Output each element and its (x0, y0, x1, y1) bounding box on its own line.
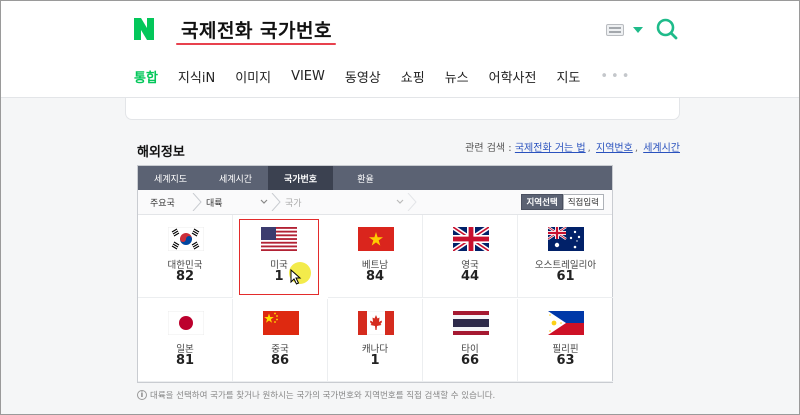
previous-result-card (125, 98, 680, 120)
tab-shopping[interactable]: 쇼핑 (401, 67, 425, 86)
china-flag-icon (263, 311, 299, 335)
country-code: 81 (175, 353, 195, 368)
more-tabs-icon[interactable]: ••• (600, 69, 632, 84)
region-select-button[interactable]: 지역선택 (521, 194, 563, 210)
overseas-info-panel: 세계지도 세계시간 국가번호 환율 주요국 대륙 국가 지역선택 직접입력 대한… (137, 165, 613, 383)
country-cell-uk[interactable]: 영국 44 (423, 215, 518, 298)
country-code: 84 (365, 269, 385, 284)
tab-country-code[interactable]: 국가번호 (268, 166, 333, 190)
japan-flag-icon (168, 311, 204, 335)
country-code: 82 (175, 269, 195, 284)
search-input-underline (176, 43, 336, 45)
chevron-right-icon (271, 193, 281, 211)
crumb-major-countries[interactable]: 주요국 (150, 190, 175, 214)
footnote-text: 대륙을 선택하여 국가를 찾거나 원하시는 국가의 국가번호와 지역번호를 직접… (150, 391, 496, 401)
nav-tabs: 통합 지식iN 이미지 VIEW 동영상 쇼핑 뉴스 어학사전 지도 ••• (134, 66, 632, 86)
related-link-call-method[interactable]: 국제전화 거는 법 (515, 143, 586, 154)
uk-flag-icon (453, 227, 489, 251)
country-cell-usa[interactable]: 미국 1 (239, 219, 319, 295)
tab-world-map[interactable]: 세계지도 (138, 166, 203, 190)
search-input[interactable]: 국제전화 국가번호 (181, 16, 332, 43)
country-cell-japan[interactable]: 일본 81 (138, 299, 233, 382)
chevron-right-icon (192, 193, 202, 211)
info-icon: i (137, 390, 147, 400)
canada-flag-icon (358, 311, 394, 335)
usa-flag-icon (261, 227, 297, 251)
related-link-area-code[interactable]: 지역번호 (596, 143, 633, 154)
country-cell-australia[interactable]: 오스트레일리아 61 (518, 215, 613, 298)
australia-flag-icon (548, 227, 584, 251)
related-link-world-time[interactable]: 세계시간 (643, 143, 680, 154)
thailand-flag-icon (453, 311, 489, 335)
tab-video[interactable]: 동영상 (345, 67, 381, 86)
country-code: 61 (556, 269, 575, 284)
tab-map[interactable]: 지도 (556, 67, 580, 86)
related-searches: 관련 검색 : 국제전화 거는 법, 지역번호, 세계시간 (465, 143, 680, 154)
keyboard-icon[interactable] (606, 24, 624, 36)
dropdown-caret-icon[interactable] (633, 27, 643, 33)
tab-images[interactable]: 이미지 (235, 67, 271, 86)
footnote: i 대륙을 선택하여 국가를 찾거나 원하시는 국가의 국가번호와 지역번호를 … (137, 389, 495, 401)
crumb-country[interactable]: 국가 (285, 190, 302, 214)
country-cell-thailand[interactable]: 타이 66 (423, 299, 518, 382)
mode-toggle: 지역선택 직접입력 (521, 194, 604, 210)
breadcrumb: 주요국 대륙 국가 지역선택 직접입력 (138, 190, 612, 215)
country-cell-china[interactable]: 중국 86 (233, 299, 328, 382)
country-cell-philippines[interactable]: 필리핀 63 (518, 299, 613, 382)
header: 국제전화 국가번호 통합 지식iN 이미지 VIEW 동영상 쇼핑 뉴스 어학사… (0, 0, 800, 98)
section-title: 해외정보 (137, 145, 185, 160)
vietnam-flag-icon (358, 227, 394, 251)
mouse-pointer-icon (290, 269, 302, 285)
crumb-continent[interactable]: 대륙 (206, 190, 223, 214)
tab-news[interactable]: 뉴스 (445, 67, 469, 86)
naver-logo-icon[interactable] (134, 18, 154, 40)
country-code: 63 (556, 353, 575, 368)
direct-input-button[interactable]: 직접입력 (562, 194, 604, 210)
related-label: 관련 검색 : (465, 143, 512, 154)
tab-view[interactable]: VIEW (291, 69, 325, 84)
search-icon[interactable] (655, 17, 679, 41)
country-code: 86 (270, 353, 290, 368)
country-cell-canada[interactable]: 캐나다 1 (328, 299, 423, 382)
country-cell-vietnam[interactable]: 베트남 84 (328, 215, 423, 298)
korea-flag-icon (168, 227, 204, 251)
tab-world-time[interactable]: 세계시간 (203, 166, 268, 190)
tab-all[interactable]: 통합 (134, 67, 158, 86)
country-cell-korea[interactable]: 대한민국 82 (138, 215, 233, 298)
panel-tab-bar: 세계지도 세계시간 국가번호 환율 (138, 166, 612, 190)
tab-knowledge-in[interactable]: 지식iN (178, 67, 215, 86)
country-grid: 대한민국 82 미국 1 베트남 84 영국 44 오스트레일리아 61 일본 … (138, 215, 613, 383)
country-code: 1 (370, 353, 380, 368)
philippines-flag-icon (548, 311, 584, 335)
country-code: 44 (460, 269, 480, 284)
chevron-right-icon (407, 193, 417, 211)
tab-exchange-rate[interactable]: 환율 (333, 166, 398, 190)
tab-dictionary[interactable]: 어학사전 (489, 67, 537, 86)
country-code: 66 (460, 353, 480, 368)
